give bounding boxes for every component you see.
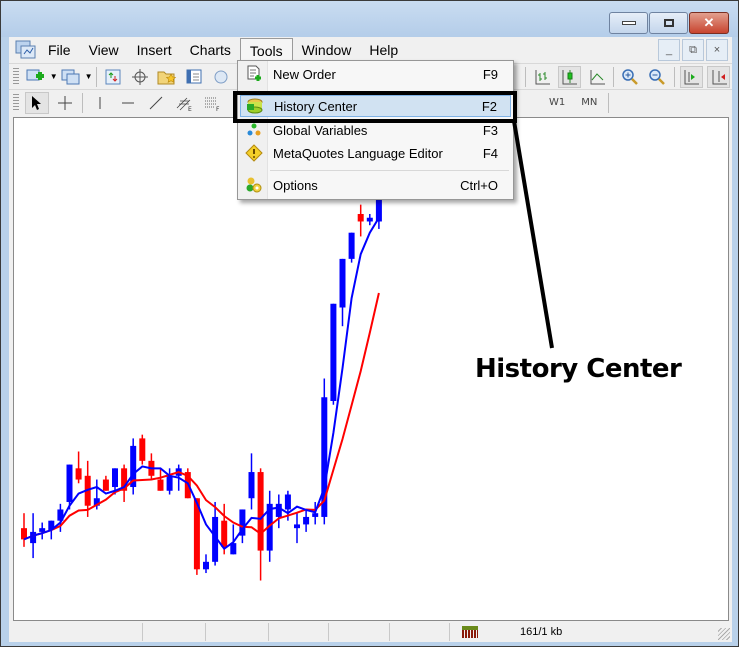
annotation-label: History Center [475,354,682,384]
annotation-arrow [512,120,554,349]
annotation-arrow-line [512,120,554,349]
